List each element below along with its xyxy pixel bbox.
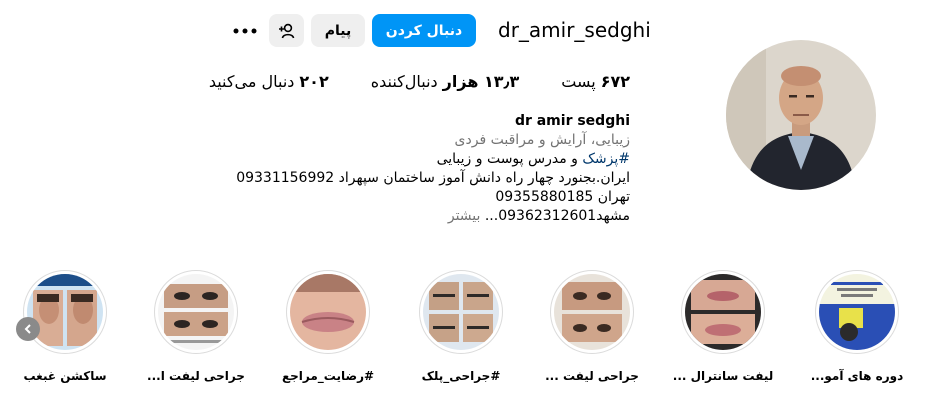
- highlight-item[interactable]: جراحی لیفت ...: [545, 270, 639, 383]
- highlight-thumbnail: [685, 274, 761, 350]
- highlight-ring: [815, 270, 899, 354]
- bio-name: dr amir sedghi: [514, 113, 630, 129]
- highlight-ring: [550, 270, 634, 354]
- highlight-label: ساکشن غبغب: [23, 369, 107, 383]
- highlight-item[interactable]: لیفت سانترال ...: [673, 270, 773, 383]
- message-button[interactable]: پیام: [311, 14, 365, 47]
- bio-category: زیبایی، آرایش و مراقبت فردی: [454, 132, 630, 148]
- highlights-prev-button[interactable]: [16, 317, 40, 341]
- follow-button[interactable]: دنبال کردن: [372, 14, 476, 47]
- profile-avatar[interactable]: [726, 40, 876, 190]
- add-user-icon: [278, 23, 294, 38]
- highlight-label: جراحی لیفت ا...: [147, 369, 245, 383]
- bio-line-4: مشهد09362312601... بیشتر: [236, 207, 630, 226]
- bio-line-4-text: مشهد09362312601...: [484, 208, 630, 224]
- more-options-button[interactable]: [229, 18, 261, 44]
- bio-line-2: ایران.بجنورد چهار راه دانش آموز ساختمان …: [236, 170, 630, 186]
- highlight-ring: [286, 270, 370, 354]
- followers-label: دنبال‌کننده: [370, 72, 438, 91]
- following-count[interactable]: ۲۰۲ دنبال می‌کنید: [209, 72, 329, 91]
- highlight-thumbnail: [423, 274, 499, 350]
- highlight-thumbnail: [819, 274, 895, 350]
- highlight-label: #رضایت_مراجع: [281, 369, 375, 383]
- highlight-ring: [23, 270, 107, 354]
- highlight-item[interactable]: #جراحی_پلک: [416, 270, 506, 383]
- followers-count[interactable]: ۱۳٫۳ هزار دنبال‌کننده: [371, 72, 520, 91]
- profile-stats: ۶۷۲ پست ۱۳٫۳ هزار دنبال‌کننده ۲۰۲ دنبال …: [209, 72, 630, 91]
- bio-line-1: #پزشک و مدرس پوست و زیبایی: [236, 150, 630, 169]
- highlight-ring: [681, 270, 765, 354]
- highlight-ring: [154, 270, 238, 354]
- following-value: ۲۰۲: [299, 72, 329, 91]
- posts-value: ۶۷۲: [600, 72, 630, 91]
- highlight-thumbnail: [290, 274, 366, 350]
- chevron-left-icon: [24, 324, 31, 334]
- profile-bio: dr amir sedghi زیبایی، آرایش و مراقبت فر…: [236, 112, 630, 226]
- highlight-item[interactable]: #رضایت_مراجع: [281, 270, 375, 383]
- posts-count: ۶۷۲ پست: [561, 72, 630, 91]
- add-user-button[interactable]: [269, 14, 304, 47]
- highlight-label: جراحی لیفت ...: [545, 369, 639, 383]
- highlight-thumbnail: [27, 274, 103, 350]
- posts-label: پست: [561, 72, 596, 91]
- highlight-thumbnail: [158, 274, 234, 350]
- followers-value: ۱۳٫۳ هزار: [442, 72, 520, 91]
- highlight-thumbnail: [554, 274, 630, 350]
- bio-line-3: تهران 09355880185: [495, 189, 630, 205]
- highlight-label: لیفت سانترال ...: [672, 369, 774, 383]
- profile-username: dr_amir_sedghi: [498, 18, 651, 42]
- more-dots-icon: [233, 28, 257, 34]
- highlight-item[interactable]: جراحی لیفت ا...: [147, 270, 245, 383]
- bio-more-link[interactable]: بیشتر: [448, 208, 481, 224]
- highlight-ring: [419, 270, 503, 354]
- bio-line-1-text: و مدرس پوست و زیبایی: [436, 151, 583, 167]
- highlight-label: دوره های آمو...: [810, 369, 904, 383]
- bio-hashtag-link[interactable]: #پزشک: [582, 151, 630, 167]
- highlight-item[interactable]: دوره های آمو...: [810, 270, 904, 383]
- following-label: دنبال می‌کنید: [208, 72, 295, 91]
- highlight-label: #جراحی_پلک: [421, 369, 501, 383]
